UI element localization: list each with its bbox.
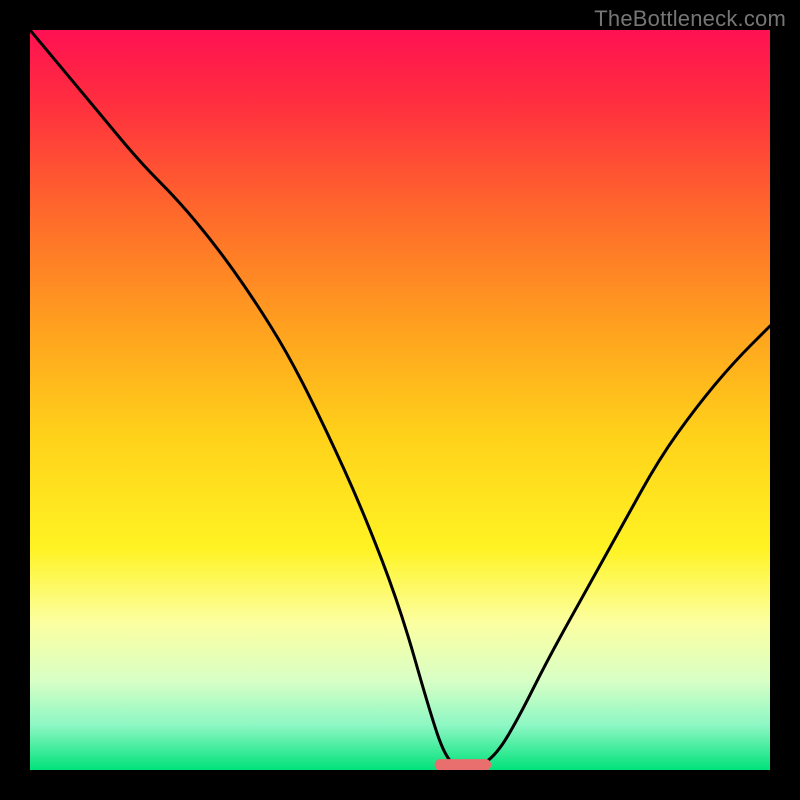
- gradient-background: [30, 30, 770, 770]
- chart-frame: TheBottleneck.com: [0, 0, 800, 800]
- optimal-range-marker: [435, 760, 491, 770]
- plot-svg: [30, 30, 770, 770]
- watermark-label: TheBottleneck.com: [594, 6, 786, 32]
- plot-area: [30, 30, 770, 770]
